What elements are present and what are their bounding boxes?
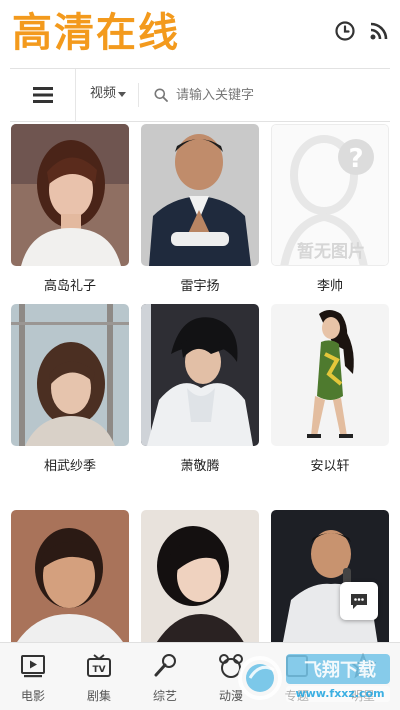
nav-item-series[interactable]: TV 剧集 <box>66 643 132 710</box>
nav-item-anime[interactable]: 动漫 <box>198 643 264 710</box>
celebrity-card[interactable]: 安以轩 <box>271 304 389 476</box>
menu-button[interactable] <box>10 69 76 121</box>
divider <box>138 83 139 107</box>
history-clock-icon[interactable] <box>334 20 356 42</box>
caret-down-icon <box>118 91 127 97</box>
site-logo[interactable]: 高清在线 <box>12 8 180 58</box>
celebrity-name[interactable]: 李帅 <box>271 278 389 296</box>
celebrity-name[interactable]: 雷宇扬 <box>141 278 259 296</box>
search-input[interactable] <box>176 82 376 108</box>
celebrity-name[interactable]: 萧敬腾 <box>141 458 259 476</box>
nav-item-variety[interactable]: 综艺 <box>132 643 198 710</box>
microphone-icon <box>154 654 176 677</box>
nav-item-movies[interactable]: 电影 <box>0 643 66 710</box>
celebrity-photo[interactable] <box>271 304 389 446</box>
tv-icon: TV <box>87 654 111 677</box>
celebrity-photo-placeholder[interactable]: ? 暂无图片 <box>271 124 389 266</box>
celebrity-photo[interactable] <box>11 304 129 446</box>
celebrity-photo[interactable] <box>141 510 259 642</box>
hamburger-menu-icon <box>32 87 53 103</box>
category-label: 视频 <box>90 86 117 101</box>
celebrity-photo[interactable] <box>141 304 259 446</box>
celebrity-card[interactable]: ? 暂无图片 李帅 <box>271 124 389 296</box>
celebrity-photo[interactable] <box>11 510 129 642</box>
no-image-label: 暂无图片 <box>297 242 365 262</box>
celebrity-card[interactable]: 相武纱季 <box>11 304 129 476</box>
celebrity-card[interactable]: 萧敬腾 <box>141 304 259 476</box>
movie-icon <box>21 655 45 678</box>
celebrity-photo[interactable] <box>11 124 129 266</box>
celebrity-card[interactable]: 高岛礼子 <box>11 124 129 296</box>
celebrity-name[interactable]: 相武纱季 <box>11 458 129 476</box>
celebrity-card[interactable] <box>11 510 129 642</box>
cartoon-icon <box>219 654 243 678</box>
celebrity-card[interactable]: 雷宇扬 <box>141 124 259 296</box>
nav-label: 综艺 <box>152 689 177 703</box>
celebrity-name[interactable]: 高岛礼子 <box>11 278 129 296</box>
top-bar: 高清在线 <box>0 0 400 66</box>
category-select[interactable]: 视频 <box>90 83 127 105</box>
celebrity-photo[interactable] <box>141 124 259 266</box>
celebrity-name[interactable]: 安以轩 <box>271 458 389 476</box>
chat-button[interactable] <box>340 582 378 620</box>
search-bar: 视频 <box>10 68 390 122</box>
svg-text:TV: TV <box>92 665 105 675</box>
chat-bubble-icon <box>351 594 367 609</box>
celebrity-photo[interactable] <box>271 510 389 642</box>
celebrity-card[interactable] <box>271 510 389 642</box>
nav-label: 动漫 <box>218 689 243 703</box>
watermark-text: 飞翔下载 <box>304 660 376 681</box>
celebrity-card[interactable] <box>141 510 259 642</box>
celebrity-grid: 高岛礼子 雷宇扬 ? 暂无图片 李帅 相武纱季 萧敬腾 安以轩 <box>0 124 400 642</box>
rss-icon[interactable] <box>368 20 390 42</box>
svg-text:?: ? <box>348 144 363 174</box>
search-icon[interactable] <box>154 88 168 102</box>
nav-label: 电影 <box>20 689 45 703</box>
nav-label: 剧集 <box>86 689 111 703</box>
watermark-url: www.fxxz.com <box>295 687 385 700</box>
